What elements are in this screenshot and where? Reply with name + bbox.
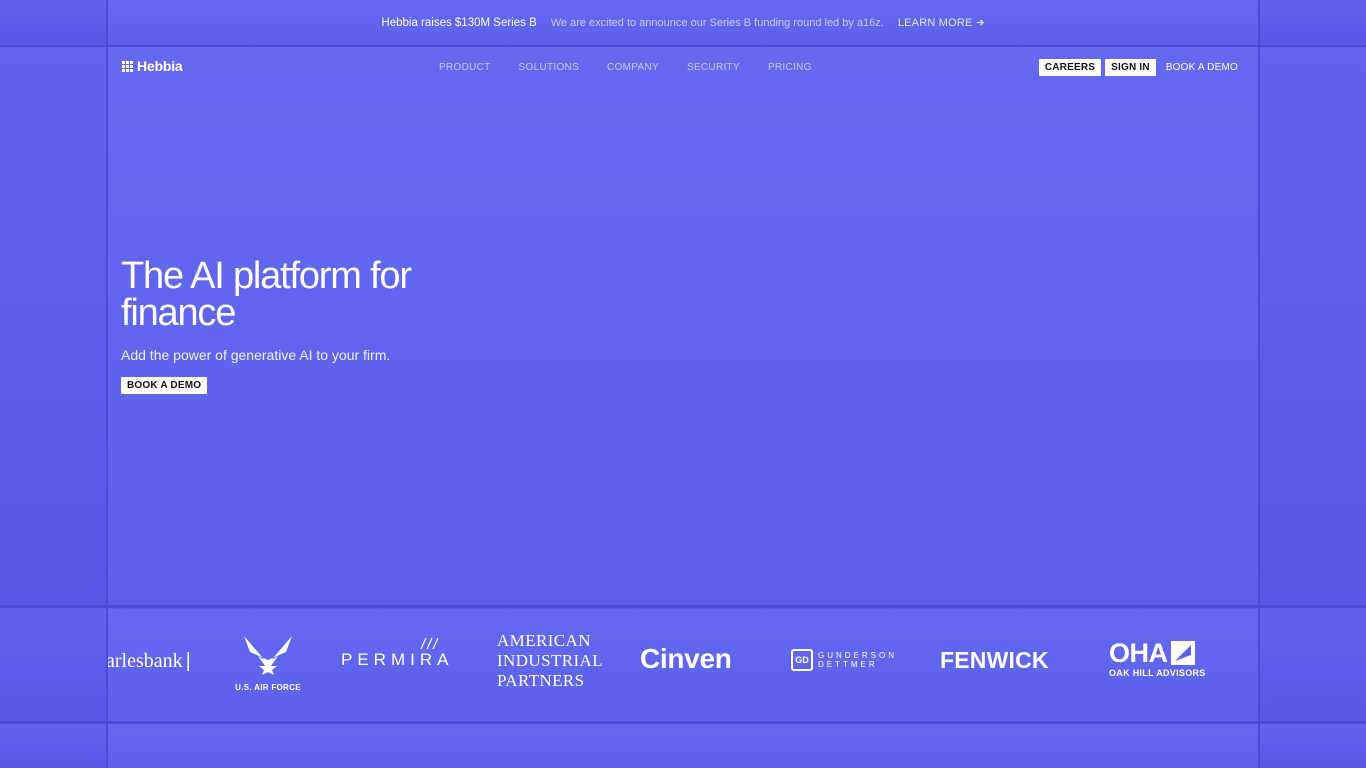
oha-square-icon — [1170, 641, 1195, 665]
hero-subtitle: Add the power of generative AI to your f… — [121, 347, 391, 363]
aip-line-1: AMERICAN — [497, 631, 591, 650]
oak-hill-advisors-logo: OHA OAK HILL ADVISORS — [1109, 638, 1206, 679]
nav-link-product[interactable]: PRODUCT — [439, 62, 491, 73]
charlesbank-wordmark: arlesbank — [108, 650, 183, 672]
bg-tile-bottom-right — [1260, 724, 1366, 768]
announcement-description: We are excited to announce our Series B … — [550, 16, 884, 29]
book-demo-nav-button[interactable]: BOOK A DEMO — [1160, 59, 1244, 76]
american-industrial-partners-logo: AMERICAN INDUSTRIAL PARTNERS — [497, 631, 603, 691]
oha-wordmark: OHA — [1109, 638, 1168, 668]
bg-tile-top-left — [0, 0, 106, 44]
learn-more-label: LEARN MORE — [897, 16, 973, 29]
divider-horizontal-low — [0, 721, 1366, 724]
brand-name: Hebbia — [137, 58, 183, 74]
oha-subtitle: OAK HILL ADVISORS — [1109, 668, 1206, 678]
bg-tile-top-right — [1260, 0, 1366, 44]
gd-word-1: GUNDERSON — [818, 651, 898, 660]
announcement-headline: Hebbia raises $130M Series B — [381, 16, 537, 29]
sign-in-button[interactable]: SIGN IN — [1105, 59, 1156, 76]
gd-wordmark: GUNDERSON DETTMER — [818, 651, 897, 669]
permira-slash-icon — [420, 637, 439, 650]
bg-tile-mid-left — [0, 47, 106, 605]
announcement-bar: Hebbia raises $130M Series B We are exci… — [108, 0, 1258, 45]
permira-wordmark: PERMIRA — [341, 650, 454, 669]
brand-grid-icon — [122, 60, 133, 72]
permira-logo: PERMIRA — [341, 636, 453, 670]
air-force-logo: U.S. AIR FORCE — [230, 634, 306, 692]
bg-tile-bottom-center — [108, 724, 1258, 768]
bg-tile-bottom-left — [0, 724, 106, 768]
aip-line-3: PARTNERS — [497, 671, 585, 690]
bg-tile-mid-right — [1260, 47, 1366, 605]
aip-line-2: INDUSTRIAL — [497, 651, 603, 670]
arrow-right-icon — [976, 19, 984, 26]
divider-vertical-right — [1258, 0, 1260, 768]
hero-section: The AI platform for finance Add the powe… — [121, 255, 561, 394]
nav-link-security[interactable]: SECURITY — [687, 62, 740, 73]
nav-link-company[interactable]: COMPANY — [607, 62, 659, 73]
hebbia-logo[interactable]: Hebbia — [122, 58, 183, 74]
nav-menu: PRODUCT SOLUTIONS COMPANY SECURITY PRICI… — [439, 62, 812, 73]
nav-actions: CAREERS SIGN IN BOOK A DEMO — [1038, 59, 1244, 76]
hero-title-line2: finance — [121, 292, 236, 334]
air-force-wings-icon — [244, 636, 292, 675]
gd-monogram: GD — [791, 649, 813, 671]
learn-more-link[interactable]: LEARN MORE — [898, 17, 985, 29]
gd-word-2: DETTMER — [818, 660, 878, 669]
nav-link-pricing[interactable]: PRICING — [768, 62, 812, 73]
customer-logo-strip: arlesbank | U.S. AIR FORCE PERMIRA AMERIC… — [108, 608, 1258, 721]
charlesbank-logo: arlesbank | — [108, 650, 191, 672]
cinven-logo: Cinven — [640, 643, 732, 674]
bg-tile-low-right — [1260, 609, 1366, 721]
fenwick-logo: FENWICK — [940, 647, 1049, 673]
air-force-caption: U.S. AIR FORCE — [235, 683, 301, 692]
top-navigation: Hebbia PRODUCT SOLUTIONS COMPANY SECURIT… — [108, 46, 1258, 90]
hero-title-line1: The AI platform for — [121, 255, 412, 297]
nav-link-solutions[interactable]: SOLUTIONS — [519, 62, 580, 73]
hero-title: The AI platform for finance — [121, 255, 561, 334]
gunderson-dettmer-logo: GD GUNDERSON DETTMER — [791, 649, 897, 671]
bg-tile-low-left — [0, 609, 106, 721]
careers-button[interactable]: CAREERS — [1038, 59, 1102, 76]
book-demo-hero-button[interactable]: BOOK A DEMO — [121, 377, 208, 394]
